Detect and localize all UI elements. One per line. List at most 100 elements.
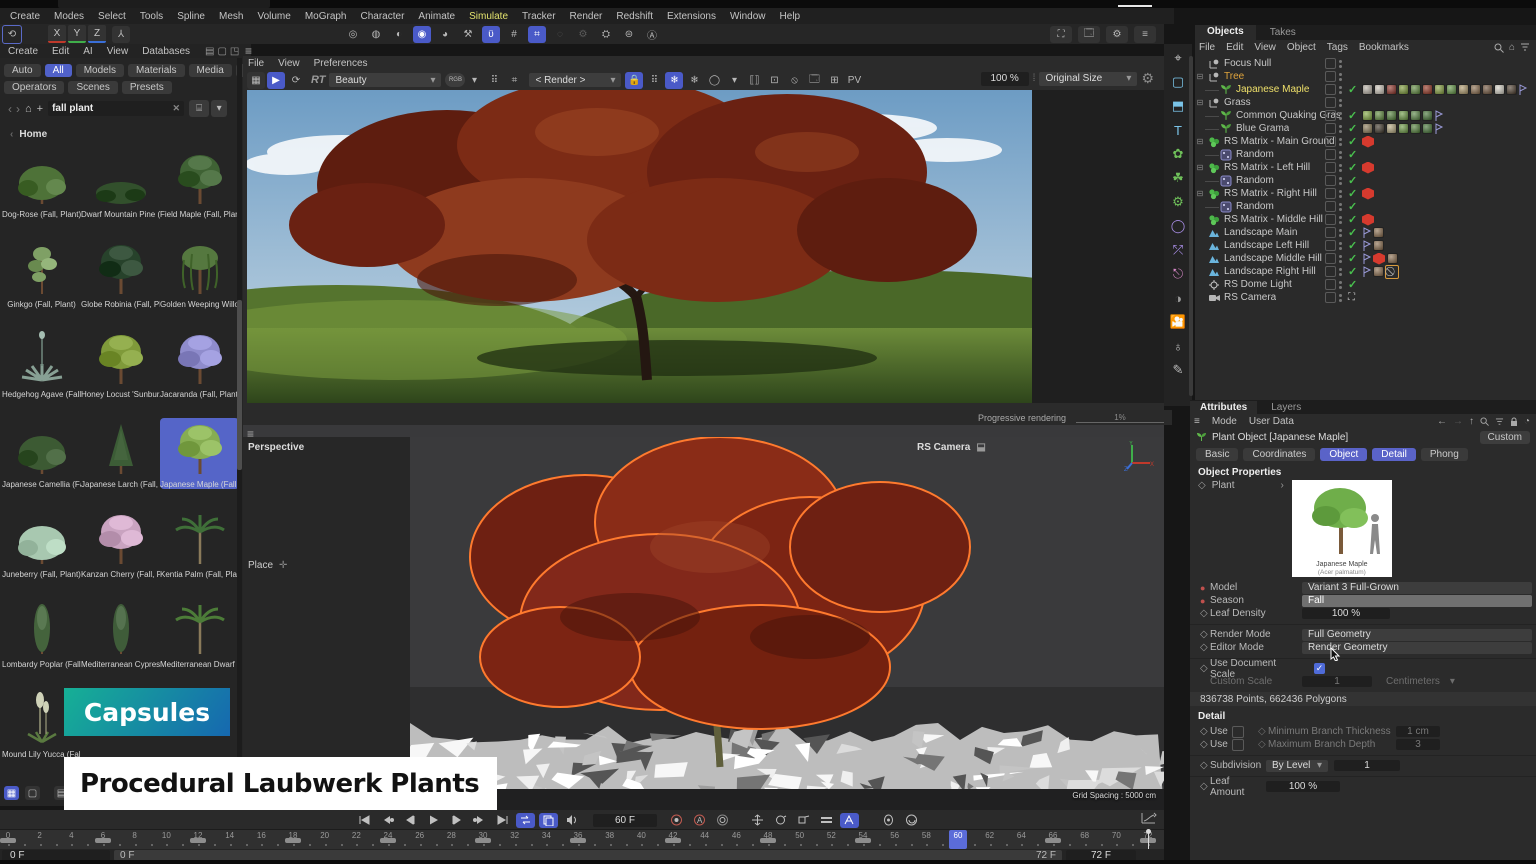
db-icon-3[interactable]: ◳ xyxy=(230,46,239,57)
channel-dropdown-icon[interactable]: ▾ xyxy=(465,72,483,89)
timeline-ruler[interactable]: 0246810121416182022242628303234363840424… xyxy=(0,829,1164,850)
tab-objects[interactable]: Objects xyxy=(1195,25,1256,41)
rv-menu-file[interactable]: File xyxy=(248,58,264,69)
objects-menu-view[interactable]: View xyxy=(1254,42,1276,53)
object-item-rs-matrix-middle-hill[interactable]: RS Matrix - Middle Hill✓ xyxy=(1195,213,1536,226)
grid-view-icon[interactable]: ▦ xyxy=(4,786,19,800)
home-icon[interactable]: ⌂ xyxy=(25,103,32,115)
rt-label[interactable]: RT xyxy=(311,74,325,86)
object-item-landscape-middle-hill[interactable]: Landscape Middle Hill✓ xyxy=(1195,252,1536,265)
subdivision-mode-dropdown[interactable]: By Level▾ xyxy=(1266,760,1328,772)
axis-lock-y[interactable]: Y xyxy=(68,25,86,43)
plant-item-kentia-palm[interactable]: Kentia Palm (Fall, Plant) xyxy=(160,508,239,579)
mode-workplane-icon[interactable]: ◐ xyxy=(390,26,408,43)
attr-menu-userdata[interactable]: User Data xyxy=(1249,416,1294,427)
grid-snap-icon[interactable]: ⌗ xyxy=(528,26,546,43)
null-tool-icon[interactable]: ⌖ xyxy=(1165,46,1191,70)
pixel-grid-icon[interactable]: ⠿ xyxy=(485,72,503,89)
render-mode-dropdown[interactable]: Full Geometry xyxy=(1302,629,1532,641)
camera-tool-icon[interactable]: 🎦 xyxy=(1165,310,1191,334)
sim-scene-icon[interactable]: ✿ xyxy=(1165,142,1191,166)
filter-dropdown-icon[interactable]: ▾ xyxy=(211,100,227,117)
ipr-play-icon[interactable]: ▶ xyxy=(267,72,285,89)
size-dropdown[interactable]: Original Size▾ xyxy=(1039,72,1137,86)
model-dropdown[interactable]: Variant 3 Full-Grown xyxy=(1302,582,1532,594)
use-checkbox[interactable] xyxy=(1232,726,1244,738)
zoom-field[interactable]: 100 % xyxy=(981,72,1029,86)
add-icon[interactable]: + xyxy=(37,103,43,115)
plant-item-mediterranean-dwarf[interactable]: Mediterranean Dwarf ... xyxy=(160,598,239,669)
attr-back-icon[interactable]: ← xyxy=(1437,416,1447,427)
record-key-icon[interactable] xyxy=(667,813,686,828)
dim1-icon[interactable]: ◌ xyxy=(551,26,569,43)
window-tab[interactable] xyxy=(58,0,270,8)
range-end-marker[interactable] xyxy=(1148,830,1149,849)
attr-history-icon[interactable]: ◔ xyxy=(1524,416,1530,427)
light-tool-icon[interactable]: ♁ xyxy=(1165,334,1191,358)
pen-icon[interactable]: ✎ xyxy=(1165,358,1191,382)
menu-tools[interactable]: Tools xyxy=(140,11,163,22)
browser-tab-models[interactable]: Models xyxy=(76,64,124,77)
object-item-random-9[interactable]: Random✓ xyxy=(1195,174,1536,187)
plant-item-globe-robinia[interactable]: Globe Robinia (Fall, Pl... xyxy=(81,238,160,309)
object-item-common-quaking-grass[interactable]: Common Quaking Grass✓ xyxy=(1195,109,1536,122)
cube-icon[interactable]: ⬒ xyxy=(1165,94,1191,118)
lock-icon[interactable]: 🔒 xyxy=(625,72,643,89)
tab-attributes[interactable]: Attributes xyxy=(1190,401,1257,414)
rv-menu-view[interactable]: View xyxy=(278,58,300,69)
volume-icon[interactable]: ◑ xyxy=(1165,286,1191,310)
autokey-icon[interactable]: A xyxy=(690,813,709,828)
clear-search-icon[interactable]: ✕ xyxy=(173,103,181,114)
object-item-landscape-left-hill[interactable]: Landscape Left Hill✓ xyxy=(1195,239,1536,252)
browser-tab-operators[interactable]: Operators xyxy=(4,81,64,94)
menu-tracker[interactable]: Tracker xyxy=(522,11,556,22)
diag-icon[interactable]: ⦸ xyxy=(785,72,803,89)
coord-system-icon[interactable]: ⅄ xyxy=(112,26,130,43)
season-dropdown[interactable]: Fall xyxy=(1302,595,1532,607)
object-item-landscape-main[interactable]: Landscape Main✓ xyxy=(1195,226,1536,239)
image-add-icon[interactable]: ⊞ xyxy=(825,72,843,89)
playhead[interactable]: 60 xyxy=(949,830,967,849)
timeline-curve-icon[interactable] xyxy=(1140,810,1158,826)
render-view-icon[interactable]: ⛶ xyxy=(1050,26,1072,43)
object-item-rs-dome-light[interactable]: RS Dome Light✓ xyxy=(1195,278,1536,291)
attr-lock-icon[interactable] xyxy=(1510,417,1518,427)
search-input[interactable]: fall plant ✕ xyxy=(48,101,184,116)
plant-thumbnail[interactable]: Japanese Maple (Acer palmatum) xyxy=(1292,480,1392,577)
layout-icon[interactable]: ≡ xyxy=(1134,26,1156,43)
snapshot2-icon[interactable]: ❄ xyxy=(685,72,703,89)
plant-item-field-maple[interactable]: Field Maple (Fall, Plant) xyxy=(160,148,239,219)
menu-animate[interactable]: Animate xyxy=(418,11,455,22)
goto-end-icon[interactable] xyxy=(493,813,512,828)
objects-scrollbar[interactable] xyxy=(1189,56,1193,396)
attr-menu-mode[interactable]: Mode xyxy=(1212,416,1237,427)
attr-fwd-icon[interactable]: → xyxy=(1453,416,1463,427)
current-frame-field[interactable]: 60 F xyxy=(593,814,657,827)
menu-mesh[interactable]: Mesh xyxy=(219,11,243,22)
play-icon[interactable] xyxy=(424,813,443,828)
key-pla-icon[interactable] xyxy=(840,813,859,828)
render-pv-icon[interactable]: 🗔 xyxy=(1078,26,1100,43)
browser-menu-edit[interactable]: Edit xyxy=(52,46,69,57)
object-item-blue-grama[interactable]: Blue Grama✓ xyxy=(1195,122,1536,135)
plant-item-honey-locust-sunbur[interactable]: Honey Locust 'Sunbur... xyxy=(81,328,160,399)
workplane-icon[interactable]: ⛭ xyxy=(597,26,615,43)
use-checkbox[interactable] xyxy=(1232,739,1244,751)
menu-extensions[interactable]: Extensions xyxy=(667,11,716,22)
object-item-rs-matrix-main-ground[interactable]: ⊟RS Matrix - Main Ground✓ xyxy=(1195,135,1536,148)
menu-spline[interactable]: Spline xyxy=(177,11,205,22)
grid-quantize-icon[interactable]: # xyxy=(505,26,523,43)
object-item-random-11[interactable]: Random✓ xyxy=(1195,200,1536,213)
plane-icon[interactable]: ▢ xyxy=(1165,70,1191,94)
browser-menu-view[interactable]: View xyxy=(107,46,129,57)
object-item-rs-camera[interactable]: RS Camera⛶ xyxy=(1195,291,1536,304)
key-position-icon[interactable] xyxy=(748,813,767,828)
sim-cluster-icon[interactable]: ☘ xyxy=(1165,166,1191,190)
search-icon[interactable] xyxy=(1494,43,1504,53)
doc-copy-icon[interactable] xyxy=(539,813,558,828)
plant-item-japanese-maple[interactable]: Japanese Maple (Fall, ... xyxy=(160,418,239,489)
rgb-channel-icon[interactable]: RGB xyxy=(445,73,465,87)
use-document-scale-checkbox[interactable]: ✓ xyxy=(1314,663,1325,674)
filter-icon[interactable] xyxy=(1520,43,1530,52)
menu-simulate[interactable]: Simulate xyxy=(469,11,508,22)
